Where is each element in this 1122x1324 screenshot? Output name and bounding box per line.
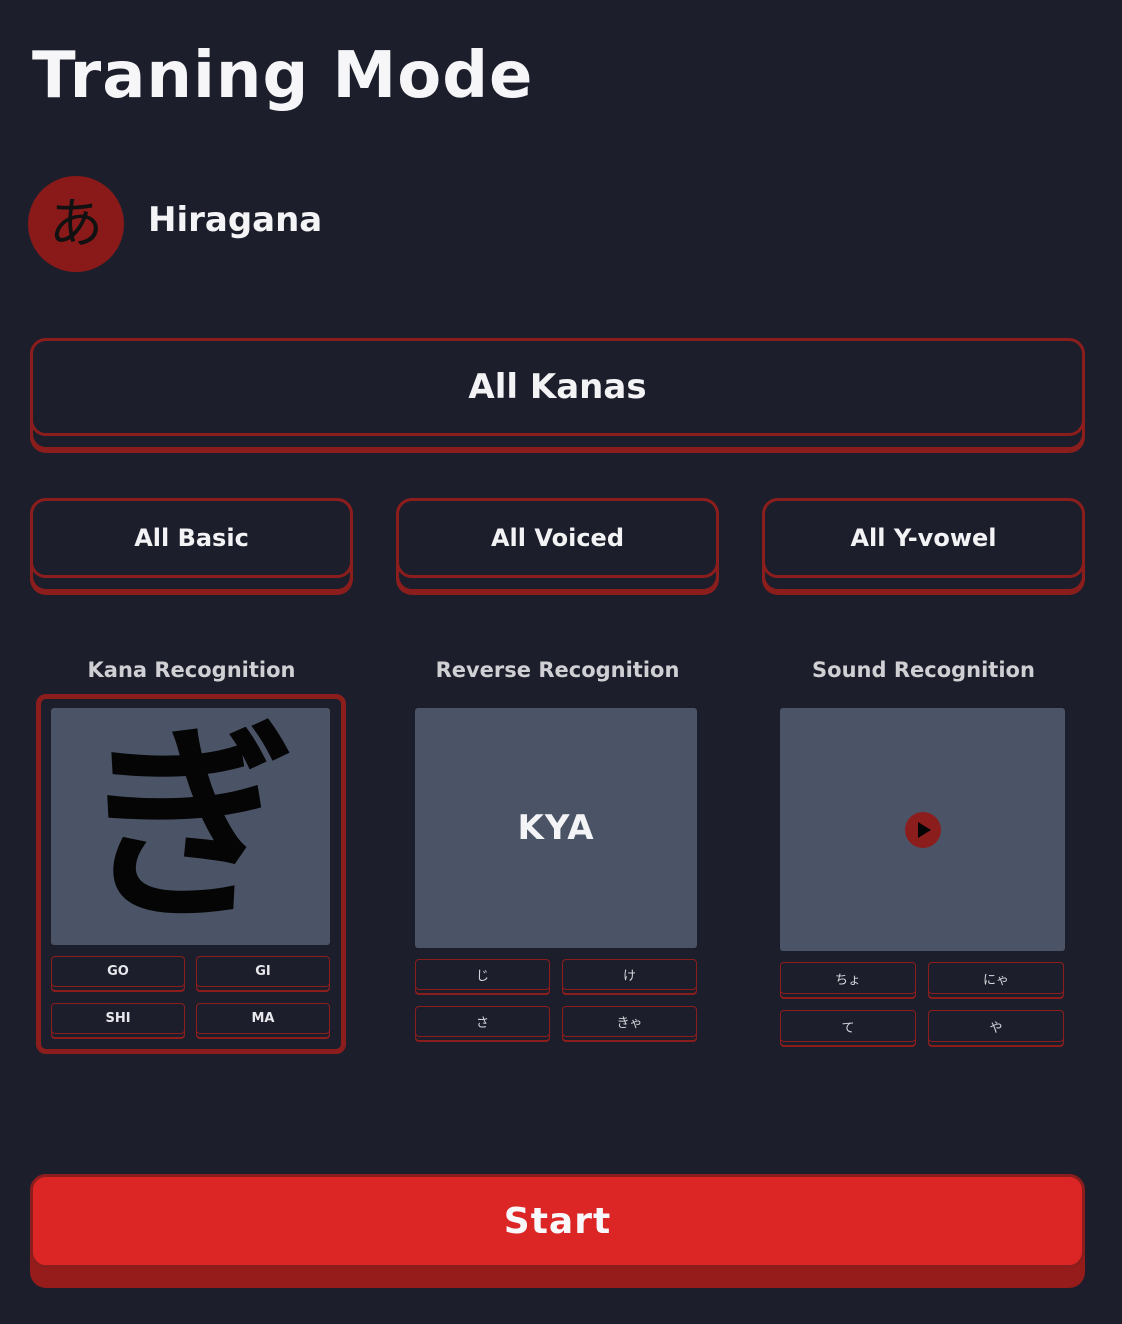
training-mode-page: Traning Mode あ Hiragana All Kanas All Ba…	[0, 0, 1122, 1324]
sound-preview	[780, 708, 1065, 951]
mode-title-kana-recognition: Kana Recognition	[87, 658, 296, 682]
mode-title-reverse-recognition: Reverse Recognition	[435, 658, 680, 682]
play-triangle-icon	[917, 821, 931, 838]
kana-preview: ぎ	[51, 708, 330, 945]
option-button[interactable]: け	[562, 959, 697, 990]
all-voiced-button[interactable]: All Voiced	[396, 498, 719, 578]
start-button[interactable]: Start	[30, 1174, 1085, 1268]
option-button[interactable]: や	[928, 1010, 1064, 1042]
play-icon[interactable]	[904, 811, 941, 848]
option-button[interactable]: GI	[196, 956, 330, 987]
option-button[interactable]: て	[780, 1010, 916, 1042]
option-button[interactable]: MA	[196, 1003, 330, 1034]
all-y-vowel-button[interactable]: All Y-vowel	[762, 498, 1085, 578]
kana-set-label: Hiragana	[148, 200, 323, 240]
hiragana-icon[interactable]: あ	[28, 176, 124, 272]
all-kanas-button[interactable]: All Kanas	[30, 338, 1085, 436]
option-button[interactable]: GO	[51, 956, 185, 987]
reverse-recognition-card[interactable]: KYA じ け さ きゃ	[415, 708, 697, 1048]
sound-recognition-card[interactable]: ちょ にゃ て や	[780, 708, 1065, 1050]
option-button[interactable]: さ	[415, 1006, 550, 1037]
option-button[interactable]: にゃ	[928, 962, 1064, 994]
all-basic-button[interactable]: All Basic	[30, 498, 353, 578]
option-button[interactable]: SHI	[51, 1003, 185, 1034]
prompt-kana: ぎ	[85, 703, 296, 949]
mode-title-sound-recognition: Sound Recognition	[812, 658, 1035, 682]
romaji-preview: KYA	[415, 708, 697, 948]
option-button[interactable]: きゃ	[562, 1006, 697, 1037]
prompt-romaji: KYA	[517, 808, 595, 848]
option-button[interactable]: じ	[415, 959, 550, 990]
kana-recognition-card[interactable]: ぎ GO GI SHI MA	[36, 694, 346, 1054]
page-title: Traning Mode	[32, 39, 534, 113]
option-button[interactable]: ちょ	[780, 962, 916, 994]
